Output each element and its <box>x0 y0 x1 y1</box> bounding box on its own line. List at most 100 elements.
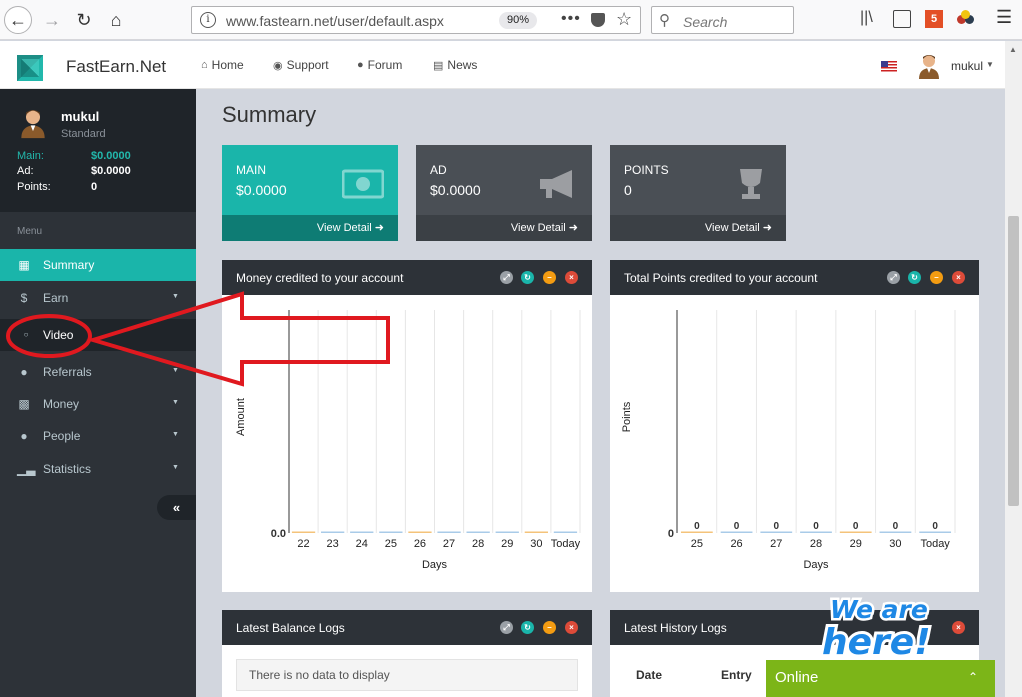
bar <box>291 531 316 533</box>
sidebar-toggle-icon[interactable] <box>893 10 911 28</box>
refresh-icon[interactable]: ↻ <box>521 621 534 634</box>
bar <box>495 531 519 533</box>
megaphone-icon <box>540 170 572 198</box>
home-button[interactable]: ⌂ <box>102 6 130 34</box>
balance-value: 0 <box>91 181 98 193</box>
view-detail-link[interactable]: View Detail ➜ <box>416 215 592 241</box>
refresh-icon[interactable]: ↻ <box>521 271 534 284</box>
chevron-up-icon[interactable]: ⌃ <box>968 670 978 684</box>
nav-support-label: Support <box>286 58 329 72</box>
stat-box-title: POINTS <box>624 163 669 177</box>
hamburger-menu-icon[interactable]: ☰ <box>996 7 1014 27</box>
bookmark-star-icon[interactable]: ☆ <box>616 9 632 30</box>
sidebar-item-label: Earn <box>43 291 69 305</box>
x-tick-label: 23 <box>327 538 339 550</box>
nav-forum[interactable]: ● Forum <box>357 58 402 72</box>
page-scrollbar[interactable]: ▲ <box>1005 41 1022 697</box>
bar <box>321 531 345 533</box>
close-icon[interactable]: × <box>565 271 578 284</box>
we-are-here-badge[interactable]: We are here! <box>818 590 948 663</box>
balance-label: Points: <box>17 181 51 193</box>
x-tick-label: 24 <box>356 538 368 550</box>
logo-icon[interactable] <box>17 55 43 81</box>
panel-title: Latest History Logs <box>624 621 727 635</box>
zoom-badge[interactable]: 90% <box>499 12 538 29</box>
sidebar-item-label: Summary <box>43 258 95 272</box>
forward-button[interactable]: → <box>38 6 66 34</box>
bar <box>466 531 490 533</box>
data-label: 0 <box>774 521 780 532</box>
stat-box-value: $0.0000 <box>236 182 287 198</box>
view-detail-link[interactable]: View Detail ➜ <box>610 215 786 241</box>
close-icon[interactable]: × <box>565 621 578 634</box>
stat-box-title: MAIN <box>236 163 266 177</box>
data-label: 0 <box>932 521 938 532</box>
data-label: 0 <box>694 521 700 532</box>
extension-icon[interactable] <box>957 10 975 28</box>
back-button[interactable]: ← <box>4 6 32 34</box>
page-actions-icon[interactable]: ••• <box>561 10 581 28</box>
info-icon[interactable]: i <box>200 12 216 28</box>
expand-icon[interactable]: ⤢ <box>500 621 513 634</box>
column-header-entry: Entry <box>721 668 752 682</box>
reload-button[interactable]: ↻ <box>70 6 98 34</box>
search-input[interactable]: ⚲ Search <box>651 6 794 34</box>
pocket-icon[interactable] <box>591 13 605 27</box>
caret-down-icon: ▼ <box>172 431 179 438</box>
sidebar-item-referrals[interactable]: ● Referrals ▼ <box>0 356 196 388</box>
close-icon[interactable]: × <box>952 621 965 634</box>
minimize-icon[interactable]: – <box>930 271 943 284</box>
sidebar-item-video[interactable]: ○ Video <box>0 319 196 351</box>
stat-box-ad: AD $0.0000 View Detail ➜ <box>416 145 592 241</box>
collapse-sidebar-button[interactable]: « <box>157 495 196 520</box>
sidebar-item-people[interactable]: ● People ▼ <box>0 420 196 452</box>
minimize-icon[interactable]: – <box>543 271 556 284</box>
online-chat-widget[interactable]: Online ⌃ <box>766 660 995 697</box>
avatar[interactable] <box>917 53 941 79</box>
user-name: mukul <box>61 109 100 124</box>
expand-icon[interactable]: ⤢ <box>887 271 900 284</box>
dashboard-icon: ▦ <box>18 258 30 272</box>
caret-down-icon: ▼ <box>172 464 179 471</box>
expand-icon[interactable]: ⤢ <box>500 271 513 284</box>
arrow-circle-right-icon: ➜ <box>374 222 384 234</box>
scroll-up-icon[interactable]: ▲ <box>1009 45 1017 54</box>
scrollbar-thumb[interactable] <box>1008 216 1019 506</box>
arrow-circle-right-icon: ➜ <box>762 222 772 234</box>
sidebar-item-summary[interactable]: ▦ Summary <box>0 249 196 281</box>
y-tick-label: 0.0 <box>271 528 286 540</box>
y-axis-label: Amount <box>235 398 247 436</box>
x-tick-label: 25 <box>385 538 397 550</box>
x-tick-label: 29 <box>501 538 513 550</box>
brand-name[interactable]: FastEarn.Net <box>66 57 166 77</box>
view-detail-label: View Detail <box>704 222 760 234</box>
url-text[interactable]: www.fastearn.net/user/default.aspx <box>226 13 444 29</box>
caret-down-icon: ▼ <box>172 293 179 300</box>
bar <box>350 531 374 533</box>
user-role: Standard <box>61 128 106 140</box>
panel-header: Money credited to your account ⤢ ↻ – × <box>222 260 592 295</box>
sidebar-item-statistics[interactable]: ▁▃ Statistics ▼ <box>0 453 196 485</box>
arrow-circle-right-icon: ➜ <box>568 222 578 234</box>
html5-icon[interactable]: 5 <box>925 10 943 28</box>
comments-icon: ● <box>20 429 28 443</box>
bar <box>553 531 578 533</box>
newspaper-icon: ▤ <box>433 59 444 72</box>
close-icon[interactable]: × <box>952 271 965 284</box>
url-bar[interactable]: i www.fastearn.net/user/default.aspx 90%… <box>191 6 641 34</box>
nav-support[interactable]: ◉ Support <box>273 58 329 72</box>
y-tick-label: 0 <box>668 528 674 540</box>
x-tick-label: 29 <box>850 538 862 550</box>
us-flag-icon[interactable] <box>881 61 897 72</box>
sidebar-item-earn[interactable]: $ Earn ▼ <box>0 282 196 314</box>
refresh-icon[interactable]: ↻ <box>908 271 921 284</box>
minimize-icon[interactable]: – <box>543 621 556 634</box>
view-detail-link[interactable]: View Detail ➜ <box>222 215 398 241</box>
sidebar-item-money[interactable]: ▩ Money ▼ <box>0 388 196 420</box>
header-username[interactable]: mukul <box>951 59 983 73</box>
nav-home[interactable]: ⌂ Home <box>201 58 244 72</box>
caret-down-icon[interactable]: ▼ <box>986 60 994 69</box>
nav-news[interactable]: ▤ News <box>433 58 477 72</box>
sidebar-item-label: People <box>43 429 81 443</box>
library-icon[interactable]: ||\ <box>860 9 878 27</box>
